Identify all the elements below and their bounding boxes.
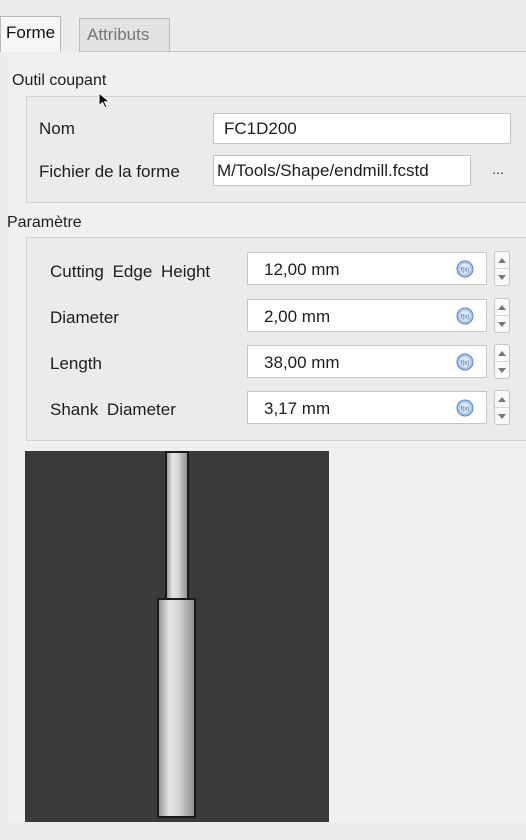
svg-text:f(x): f(x) <box>461 315 470 321</box>
spin-down-button[interactable] <box>495 316 509 333</box>
spin-down-button[interactable] <box>495 362 509 379</box>
tool-shape-preview <box>25 451 329 822</box>
svg-text:f(x): f(x) <box>461 407 470 413</box>
mouse-cursor-icon <box>98 92 111 109</box>
diameter-value: 2,00 mm <box>264 307 331 326</box>
parameters-group-title: Paramètre <box>7 214 82 231</box>
expression-icon[interactable]: f(x) <box>456 399 474 417</box>
length-spinner[interactable] <box>494 344 510 379</box>
length-label: Length <box>50 354 102 373</box>
cutting-edge-height-input[interactable]: 12,00 mm f(x) <box>247 252 487 285</box>
shape-file-input[interactable]: M/Tools/Shape/endmill.fcstd <box>213 155 471 186</box>
shape-file-path: M/Tools/Shape/endmill.fcstd <box>217 161 429 180</box>
length-value: 38,00 mm <box>264 353 340 372</box>
cutting-tool-group-title: Outil coupant <box>12 72 107 89</box>
cutting-edge-height-spinner[interactable] <box>494 251 510 286</box>
diameter-input[interactable]: 2,00 mm f(x) <box>247 299 487 332</box>
tab-attributs[interactable]: Attributs <box>79 18 170 52</box>
cutting-edge-height-value: 12,00 mm <box>264 260 340 279</box>
shape-file-label: Fichier de la forme <box>39 162 180 181</box>
expression-icon[interactable]: f(x) <box>456 307 474 325</box>
endmill-shank <box>157 598 196 818</box>
endmill-cutting-part <box>165 451 189 601</box>
tool-name-input[interactable]: FC1D200 <box>213 113 511 144</box>
expression-icon[interactable]: f(x) <box>456 260 474 278</box>
shank-diameter-value: 3,17 mm <box>264 399 331 418</box>
spin-down-button[interactable] <box>495 408 509 425</box>
diameter-label: Diameter <box>50 308 119 327</box>
tab-bar: Forme Attributs <box>0 14 526 52</box>
cutting-edge-height-label: Cutting Edge Height <box>50 262 211 281</box>
browse-shape-button[interactable]: ... <box>483 156 513 186</box>
spin-up-button[interactable] <box>495 345 509 362</box>
spin-up-button[interactable] <box>495 252 509 269</box>
spin-up-button[interactable] <box>495 299 509 316</box>
length-input[interactable]: 38,00 mm f(x) <box>247 345 487 378</box>
spin-up-button[interactable] <box>495 391 509 408</box>
expression-icon[interactable]: f(x) <box>456 353 474 371</box>
shank-diameter-input[interactable]: 3,17 mm f(x) <box>247 391 487 424</box>
diameter-spinner[interactable] <box>494 298 510 333</box>
spin-down-button[interactable] <box>495 269 509 286</box>
shank-diameter-spinner[interactable] <box>494 390 510 425</box>
endmill-drawing <box>157 451 196 818</box>
shank-diameter-label: Shank Diameter <box>50 400 176 419</box>
tab-forme[interactable]: Forme <box>0 16 62 52</box>
tool-name-label: Nom <box>39 119 75 138</box>
svg-text:f(x): f(x) <box>461 268 470 274</box>
svg-text:f(x): f(x) <box>461 361 470 367</box>
